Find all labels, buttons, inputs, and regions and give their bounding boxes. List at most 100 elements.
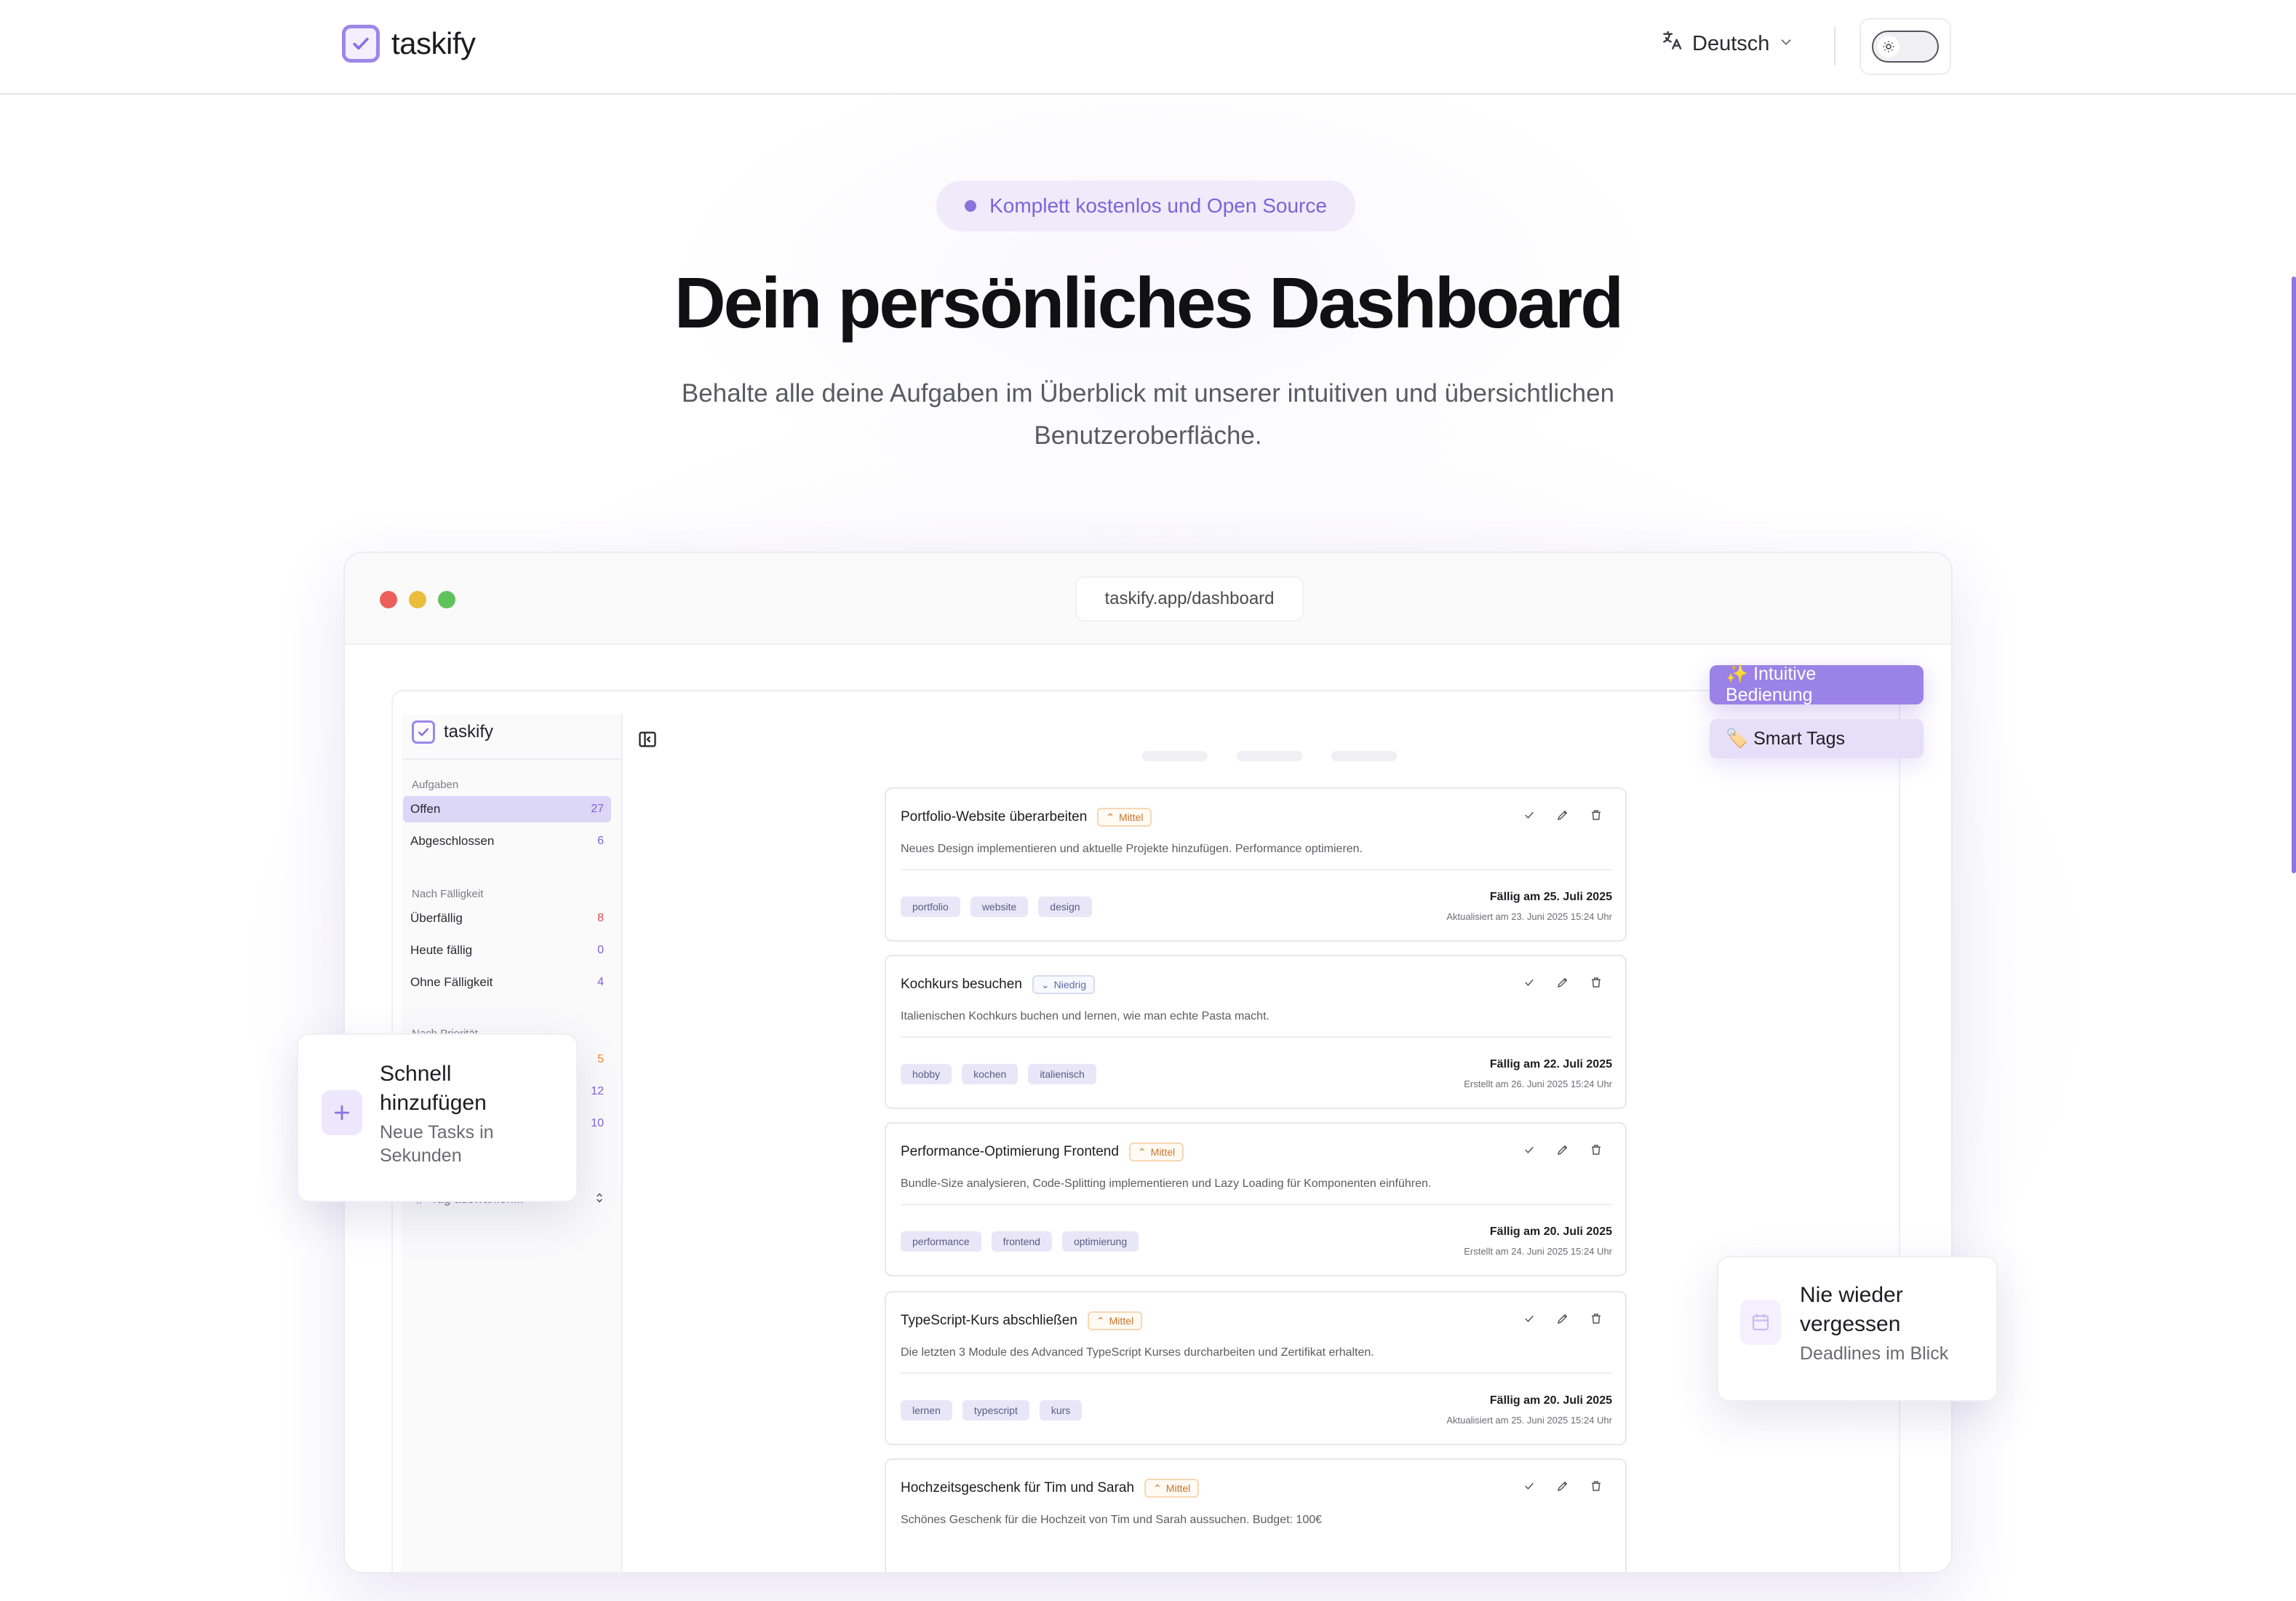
hero-title: Dein persönliches Dashboard: [674, 263, 1624, 343]
window-minimize-dot: [409, 591, 426, 608]
pencil-icon[interactable]: [1555, 1311, 1570, 1326]
chevron-up-icon: ⌃: [1137, 1145, 1147, 1158]
sidebar-item-no-due[interactable]: Ohne Fälligkeit 4: [403, 969, 611, 996]
task-card[interactable]: Performance-Optimierung Frontend ⌃ Mitte…: [885, 1122, 1627, 1276]
feature-card-quick-add: Schnell hinzufügen Neue Tasks in Sekunde…: [297, 1033, 578, 1202]
task-due-date: Fällig am 25. Juli 2025: [1489, 891, 1612, 903]
priority-label: Mittel: [1109, 1315, 1134, 1327]
task-meta: Aktualisiert am 25. Juni 2025 15:24 Uhr: [1446, 1415, 1612, 1426]
task-actions: [1522, 1479, 1603, 1493]
pencil-icon[interactable]: [1555, 975, 1570, 990]
sidebar-item-count: 5: [597, 1053, 604, 1065]
calendar-icon: [1740, 1300, 1781, 1345]
sidebar-item-count: 12: [591, 1085, 604, 1097]
chevron-up-icon: ⌃: [1153, 1482, 1162, 1494]
sidebar-item-completed[interactable]: Abgeschlossen 6: [403, 828, 611, 854]
task-divider: [901, 1372, 1612, 1374]
translate-icon: [1660, 29, 1683, 58]
task-description: Die letzten 3 Module des Advanced TypeSc…: [901, 1346, 1374, 1359]
tag-chip[interactable]: hobby: [901, 1064, 952, 1084]
trash-icon[interactable]: [1589, 808, 1603, 822]
check-icon[interactable]: [1522, 1143, 1536, 1157]
trash-icon[interactable]: [1589, 1143, 1603, 1157]
ghost-tabs: [1142, 751, 1397, 761]
sidebar-item-count: 6: [597, 835, 604, 847]
sidebar-item-due-today[interactable]: Heute fällig 0: [403, 937, 611, 964]
task-card[interactable]: TypeScript-Kurs abschließen ⌃ Mittel Die…: [885, 1291, 1627, 1445]
language-label: Deutsch: [1692, 31, 1770, 55]
hero-badge: Komplett kostenlos und Open Source: [936, 180, 1355, 231]
pencil-icon[interactable]: [1555, 808, 1570, 822]
language-selector[interactable]: Deutsch: [1660, 29, 1794, 58]
task-title-row: Kochkurs besuchen ⌄ Niedrig: [901, 975, 1095, 994]
trash-icon[interactable]: [1589, 1479, 1603, 1493]
window-maximize-dot: [438, 591, 455, 608]
sidebar-divider: [402, 758, 621, 760]
sidebar-collapse-icon[interactable]: [637, 729, 658, 753]
task-card[interactable]: Kochkurs besuchen ⌄ Niedrig Italienische…: [885, 955, 1627, 1109]
check-icon[interactable]: [1522, 1311, 1536, 1326]
priority-label: Mittel: [1165, 1482, 1191, 1494]
priority-badge: ⌃ Mittel: [1144, 1479, 1200, 1498]
tag-chip[interactable]: website: [970, 897, 1029, 917]
feature-card-title: Schnell hinzufügen: [380, 1062, 487, 1115]
task-due-date: Fällig am 20. Juli 2025: [1489, 1394, 1612, 1407]
sidebar-item-overdue[interactable]: Überfällig 8: [403, 905, 611, 931]
ghost-tab: [1142, 751, 1208, 761]
check-icon[interactable]: [1522, 808, 1536, 822]
task-actions: [1522, 1311, 1603, 1326]
trash-icon[interactable]: [1589, 975, 1603, 990]
url-bar: taskify.app/dashboard: [1075, 576, 1304, 621]
sidebar-item-count: 8: [597, 912, 604, 924]
task-title: TypeScript-Kurs abschließen: [901, 1313, 1077, 1328]
page-scrollbar[interactable]: [2292, 277, 2296, 873]
browser-toolbar: taskify.app/dashboard: [345, 553, 1951, 645]
task-title: Kochkurs besuchen: [901, 977, 1022, 992]
sidebar-item-open[interactable]: Offen 27: [403, 796, 611, 822]
task-title-row: Portfolio-Website überarbeiten ⌃ Mittel: [901, 808, 1152, 827]
tag-chip[interactable]: italienisch: [1028, 1064, 1096, 1084]
check-icon[interactable]: [1522, 975, 1536, 990]
task-description: Bundle-Size analysieren, Code-Splitting …: [901, 1177, 1432, 1190]
task-divider: [901, 1204, 1612, 1205]
ghost-tab: [1331, 751, 1397, 761]
trash-icon[interactable]: [1589, 1311, 1603, 1326]
sidebar-item-label: Offen: [410, 802, 441, 816]
chevron-down-icon: [1778, 32, 1794, 56]
check-icon[interactable]: [1522, 1479, 1536, 1493]
badge-text: Komplett kostenlos und Open Source: [989, 194, 1327, 217]
task-card[interactable]: Hochzeitsgeschenk für Tim und Sarah ⌃ Mi…: [885, 1458, 1627, 1572]
tag-chip[interactable]: frontend: [991, 1231, 1052, 1252]
task-actions: [1522, 1143, 1603, 1157]
navbar-divider: [1834, 26, 1835, 65]
chevron-down-icon: ⌄: [1040, 978, 1050, 990]
top-navbar: taskify Deutsch: [0, 0, 2296, 95]
tag-chip[interactable]: optimierung: [1061, 1231, 1139, 1252]
priority-badge: ⌃ Mittel: [1128, 1143, 1184, 1161]
app-header: [633, 713, 1899, 764]
task-tags: hobby kochen italienisch: [901, 1064, 1096, 1084]
tag-chip[interactable]: typescript: [962, 1400, 1029, 1421]
sidebar-item-label: Ohne Fälligkeit: [410, 975, 493, 989]
task-description: Italienischen Kochkurs buchen und lernen…: [901, 1010, 1269, 1022]
theme-toggle[interactable]: [1872, 31, 1939, 63]
brand-name: taskify: [391, 26, 476, 60]
tag-chip[interactable]: design: [1038, 897, 1092, 917]
tag-chip[interactable]: kochen: [962, 1064, 1019, 1084]
sidebar-brand-name: taskify: [444, 722, 494, 742]
browser-mockup: taskify.app/dashboard taskify Aufgaben O…: [343, 552, 1953, 1573]
task-description: Schönes Geschenk für die Hochzeit von Ti…: [901, 1514, 1323, 1526]
tag-chip[interactable]: kurs: [1039, 1400, 1083, 1421]
tag-chip[interactable]: portfolio: [901, 897, 960, 917]
pencil-icon[interactable]: [1555, 1479, 1570, 1493]
task-card[interactable]: Portfolio-Website überarbeiten ⌃ Mittel …: [885, 787, 1627, 942]
pencil-icon[interactable]: [1555, 1143, 1570, 1157]
tag-chip[interactable]: performance: [901, 1231, 981, 1252]
tag-chip[interactable]: lernen: [901, 1400, 952, 1421]
brand-logo[interactable]: taskify: [342, 25, 476, 63]
sidebar-brand[interactable]: taskify: [412, 720, 493, 744]
sidebar-item-label: Abgeschlossen: [410, 834, 495, 848]
task-title-row: Performance-Optimierung Frontend ⌃ Mitte…: [901, 1143, 1184, 1161]
task-tags: lernen typescript kurs: [901, 1400, 1083, 1421]
priority-badge: ⌃ Mittel: [1097, 808, 1152, 827]
